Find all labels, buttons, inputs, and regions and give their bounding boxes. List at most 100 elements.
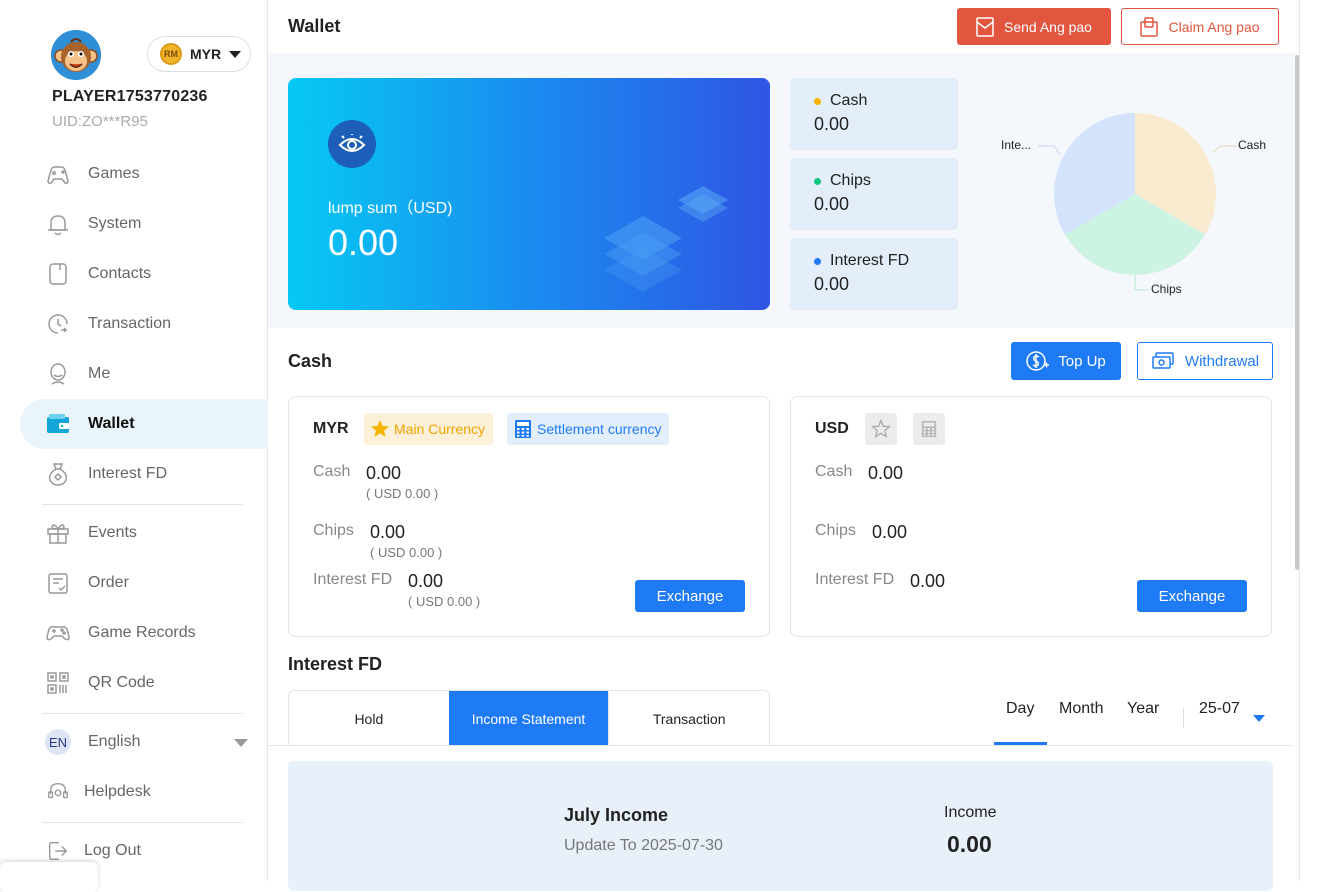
avatar[interactable]	[51, 30, 101, 80]
dollar-plus-icon	[1026, 351, 1050, 371]
currency-selector[interactable]: RM MYR	[147, 36, 251, 72]
logout-icon	[44, 837, 72, 865]
bell-icon	[44, 210, 72, 238]
sidebar-item-contacts[interactable]: Contacts	[20, 249, 268, 299]
logout-label: Log Out	[84, 842, 141, 859]
tab-transaction[interactable]: Transaction	[608, 691, 769, 746]
sidebar-item-game-records[interactable]: Game Records	[20, 608, 268, 658]
settlement-currency-badge[interactable]: Settlement currency	[507, 413, 669, 445]
pie-label-interest: Inte...	[1001, 138, 1031, 152]
withdrawal-button[interactable]: Withdrawal	[1137, 342, 1273, 380]
helpdesk-label: Helpdesk	[84, 783, 151, 800]
wallet-icon	[44, 410, 72, 438]
sidebar-item-system[interactable]: System	[20, 199, 268, 249]
myr-cash-value: 0.00	[366, 463, 402, 483]
divider	[42, 713, 243, 714]
claim-ang-pao-label: Claim Ang pao	[1168, 18, 1260, 35]
myr-cash-label: Cash	[313, 463, 351, 480]
set-main-star-icon[interactable]	[865, 413, 897, 445]
usd-fd-value: 0.00	[910, 571, 946, 591]
sidebar-item-games[interactable]: Games	[20, 149, 268, 199]
chips-summary-card: Chips 0.00	[790, 158, 958, 230]
usd-cash-label: Cash	[815, 463, 853, 480]
usd-fd-label: Interest FD	[815, 571, 895, 588]
usd-exchange-button[interactable]: Exchange	[1137, 580, 1247, 612]
sidebar-item-label: QR Code	[88, 674, 155, 691]
calculator-icon	[515, 420, 531, 438]
lump-sum-value: 0.00	[328, 222, 399, 263]
myr-chips-usd: ( USD 0.00 )	[370, 545, 443, 560]
sidebar-item-interest-fd[interactable]: Interest FD	[20, 449, 268, 499]
envelope-icon	[976, 16, 994, 37]
date-picker-value[interactable]: 25-07	[1199, 700, 1240, 718]
monkey-avatar-icon	[51, 30, 101, 80]
player-uid: UID:ZO***R95	[52, 113, 148, 130]
send-ang-pao-button[interactable]: Send Ang pao	[957, 8, 1111, 45]
controller-icon	[44, 619, 72, 647]
tab-hold[interactable]: Hold	[289, 691, 449, 746]
set-settlement-calculator-icon[interactable]	[913, 413, 945, 445]
player-name: PLAYER1753770236	[52, 88, 208, 105]
interest-summary-card: Interest FD 0.00	[790, 238, 958, 310]
interest-summary-label: Interest FD	[830, 252, 910, 269]
myr-fd-label: Interest FD	[313, 571, 393, 588]
money-bag-icon	[44, 460, 72, 488]
chips-summary-value: 0.00	[814, 194, 850, 214]
sidebar-item-label: Interest FD	[88, 465, 168, 482]
headset-icon	[44, 778, 72, 806]
sidebar-item-label: Contacts	[88, 265, 152, 282]
tab-income-statement[interactable]: Income Statement	[448, 691, 609, 746]
date-picker-caret-icon[interactable]	[1253, 715, 1265, 722]
layers-decoration-icon	[604, 186, 728, 292]
interest-section-title: Interest FD	[288, 654, 383, 674]
contacts-icon	[44, 260, 72, 288]
sidebar-item-label: Order	[88, 574, 129, 591]
clock-icon	[44, 310, 72, 338]
helpdesk-link[interactable]: Helpdesk	[20, 767, 268, 817]
usd-cash-value: 0.00	[868, 463, 904, 483]
rm-coin-icon: RM	[160, 43, 182, 65]
language-selector[interactable]: EN English	[20, 717, 268, 767]
language-badge: EN	[45, 729, 71, 755]
claim-ang-pao-button[interactable]: Claim Ang pao	[1121, 8, 1279, 45]
sidebar-item-label: Transaction	[88, 315, 171, 332]
usd-currency-card: USD Cash 0.00 Chips 0.00 Interest FD 0.0…	[790, 396, 1272, 637]
sidebar-item-qr-code[interactable]: QR Code	[20, 658, 268, 708]
sidebar-item-order[interactable]: Order	[20, 558, 268, 608]
sidebar-item-transaction[interactable]: Transaction	[20, 299, 268, 349]
sidebar-item-label: System	[88, 215, 142, 232]
main-content: Wallet Send Ang pao Claim Ang pao lump s…	[268, 0, 1300, 891]
income-label: Income	[944, 804, 997, 821]
settlement-currency-label: Settlement currency	[537, 421, 662, 437]
myr-exchange-button[interactable]: Exchange	[635, 580, 745, 612]
pie-label-chips: Chips	[1151, 282, 1182, 296]
main-currency-badge[interactable]: Main Currency	[364, 413, 494, 445]
income-update-date: Update To 2025-07-30	[564, 837, 723, 854]
myr-code: MYR	[313, 420, 349, 437]
interest-tabs: Hold Income Statement Transaction	[288, 690, 770, 746]
currency-code: MYR	[190, 46, 222, 62]
bottom-popup-tab[interactable]	[0, 862, 98, 892]
divider	[42, 822, 243, 823]
language-label: English	[88, 733, 141, 750]
sidebar-item-wallet[interactable]: Wallet	[20, 399, 268, 449]
language-icon: EN	[44, 728, 72, 756]
sidebar-item-label: Me	[88, 365, 111, 382]
top-up-button[interactable]: Top Up	[1011, 342, 1121, 380]
period-day[interactable]: Day	[1006, 700, 1034, 718]
period-year[interactable]: Year	[1127, 700, 1159, 718]
gamepad-icon	[44, 160, 72, 188]
withdrawal-label: Withdrawal	[1184, 352, 1260, 370]
cash-stack-icon	[1152, 352, 1174, 369]
interest-summary-value: 0.00	[814, 274, 850, 294]
eye-toggle-icon[interactable]	[328, 120, 376, 168]
top-up-label: Top Up	[1058, 352, 1106, 370]
gift-icon	[44, 519, 72, 547]
divider	[268, 745, 1293, 746]
usd-code: USD	[815, 420, 849, 437]
sidebar-item-events[interactable]: Events	[20, 508, 268, 558]
divider	[42, 504, 243, 505]
caret-down-icon	[229, 50, 242, 58]
period-month[interactable]: Month	[1059, 700, 1103, 718]
sidebar-item-me[interactable]: Me	[20, 349, 268, 399]
